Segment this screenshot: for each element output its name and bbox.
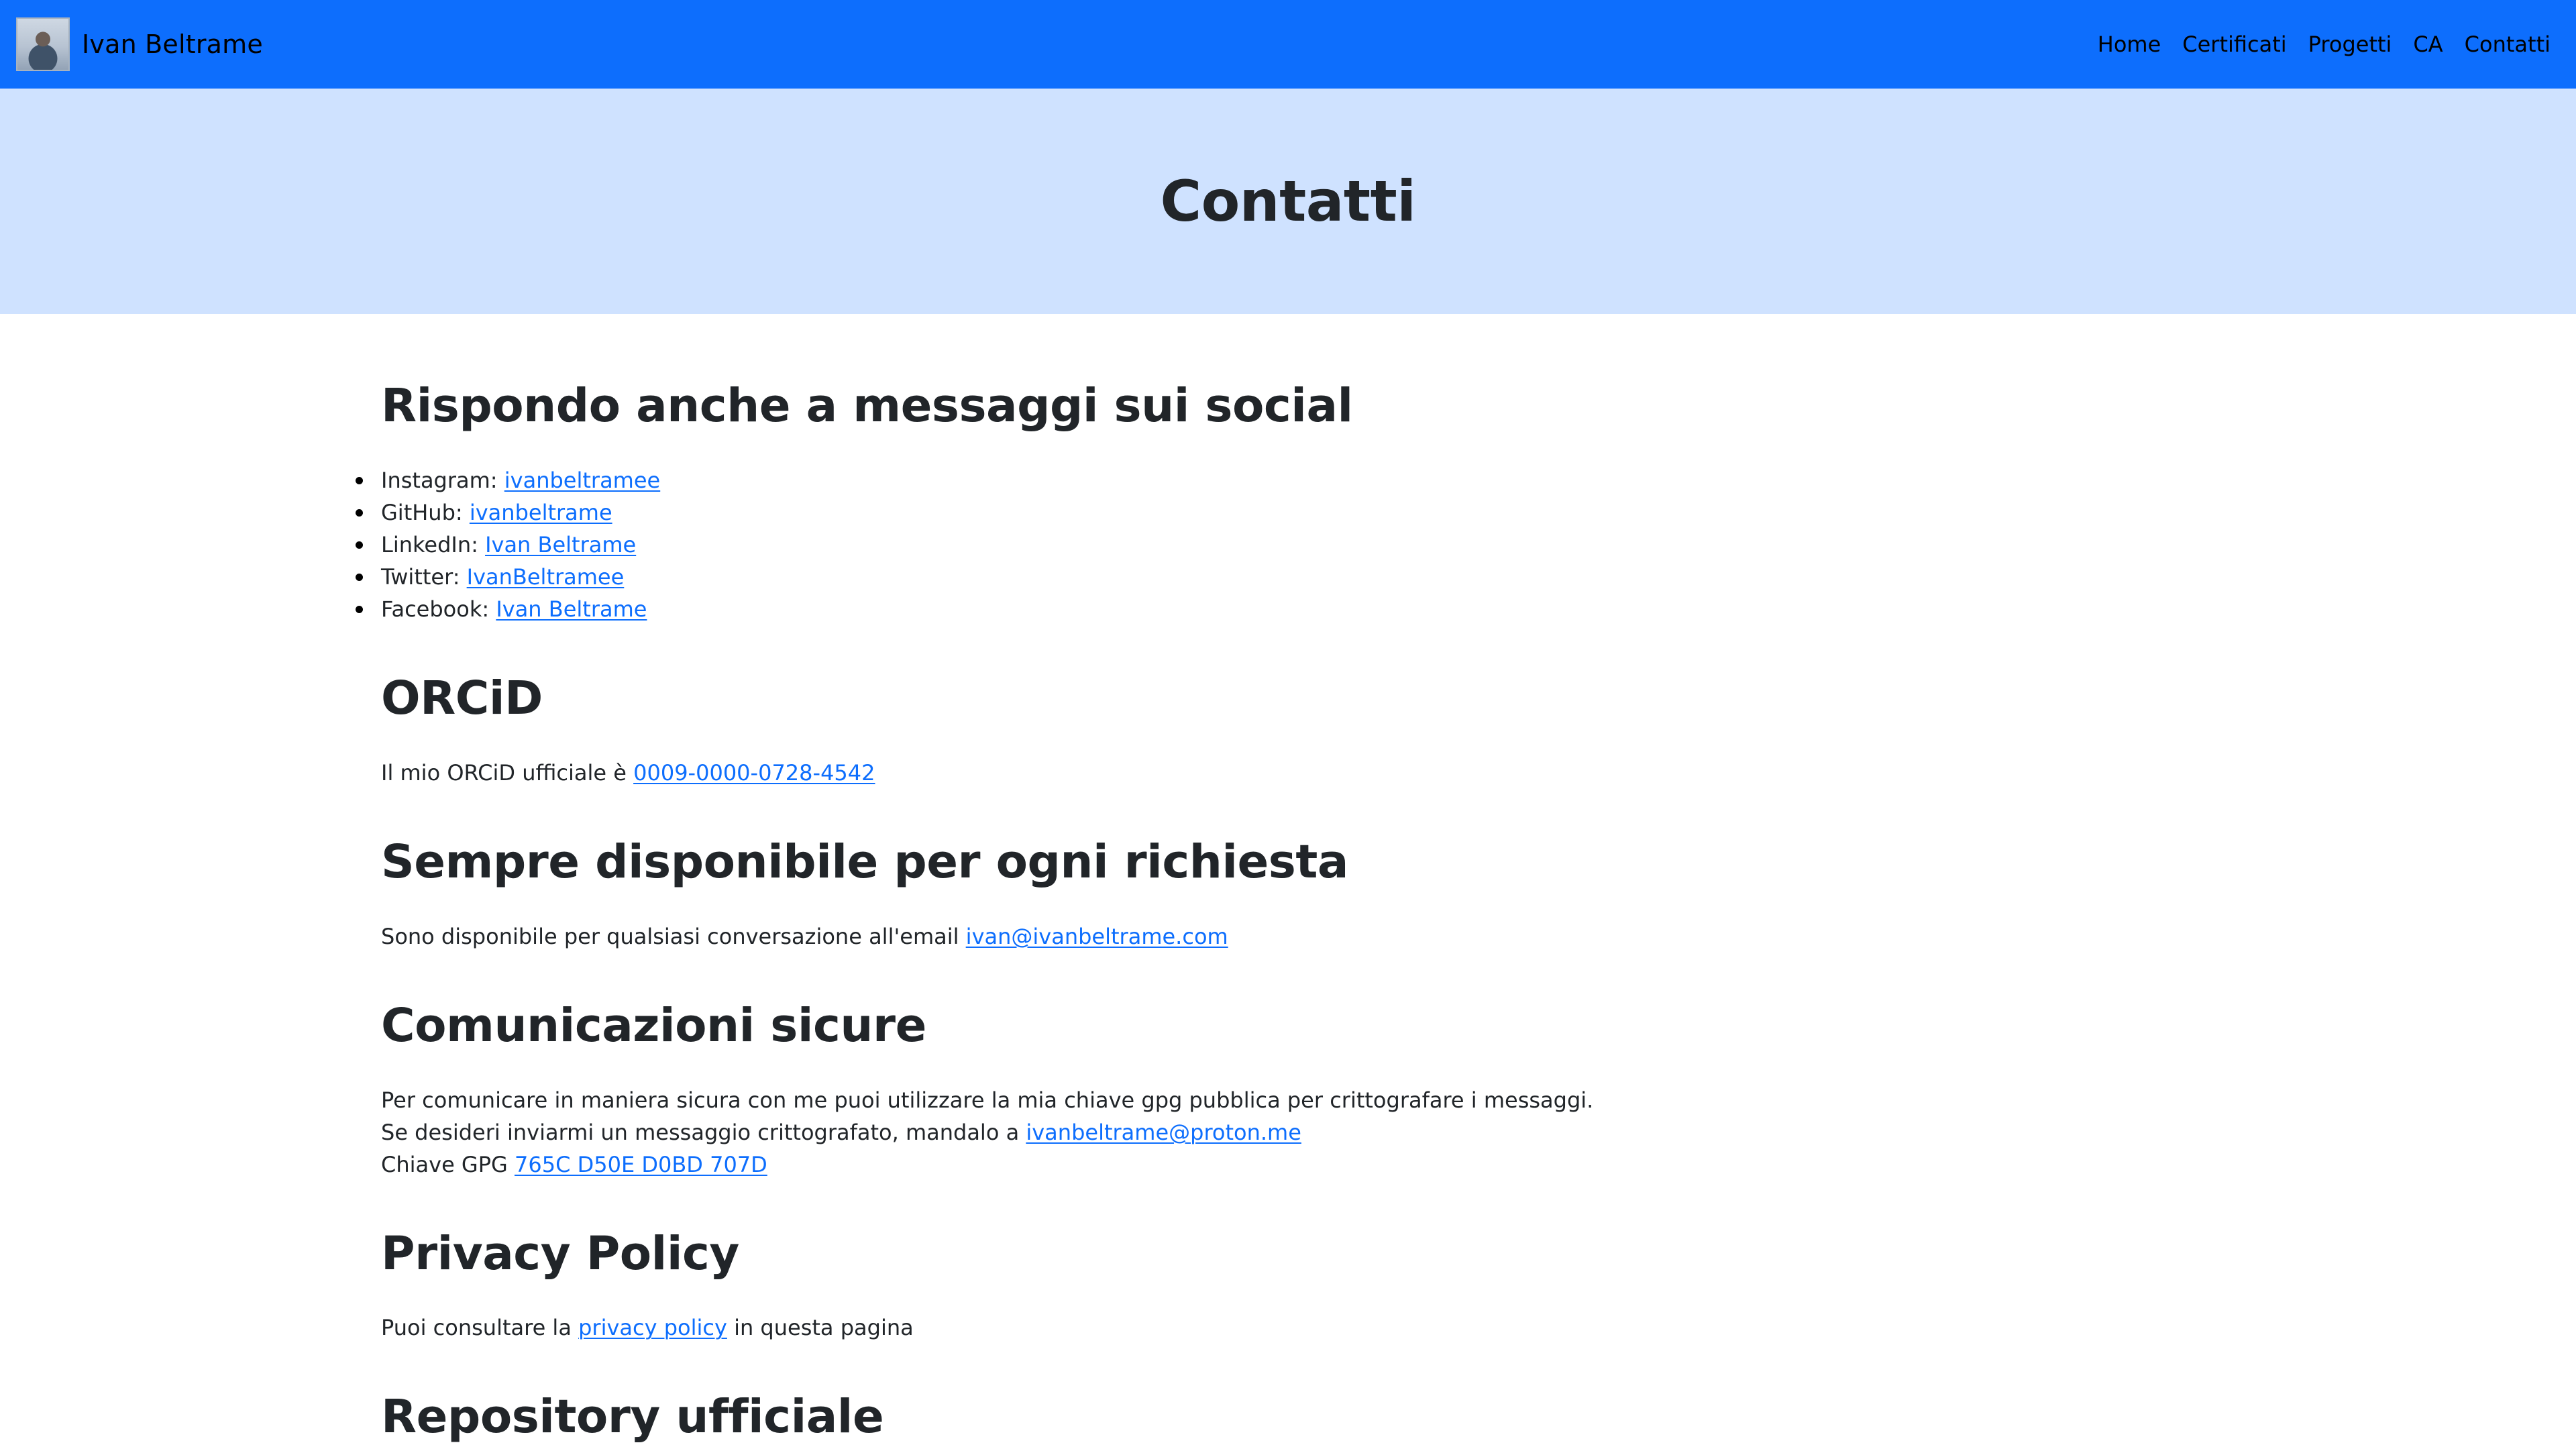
top-navbar: Ivan Beltrame Home Certificati Progetti …	[0, 0, 2576, 89]
brand-link[interactable]: Ivan Beltrame	[16, 17, 263, 71]
secure-line-2: Se desideri inviarmi un messaggio critto…	[381, 1116, 1744, 1148]
privacy-section: Privacy Policy Puoi consultare la privac…	[381, 1226, 1744, 1344]
availability-title: Sempre disponibile per ogni richiesta	[381, 835, 1348, 889]
privacy-text-before: Puoi consultare la	[381, 1315, 572, 1341]
availability-section: Sempre disponibile per ogni richiesta So…	[381, 837, 1744, 953]
orcid-label: Il mio ORCiD ufficiale è	[381, 759, 627, 786]
secure-line-3: Chiave GPG 765C D50E D0BD 707D	[381, 1148, 1744, 1181]
page-title: Contatti	[1160, 168, 1416, 234]
availability-text: Sono disponibile per qualsiasi conversaz…	[381, 920, 1744, 953]
social-label: Instagram:	[381, 467, 498, 493]
orcid-text: Il mio ORCiD ufficiale è 0009-0000-0728-…	[381, 757, 1744, 789]
nav-link-contatti[interactable]: Contatti	[2465, 32, 2551, 57]
orcid-link[interactable]: 0009-0000-0728-4542	[633, 760, 875, 786]
facebook-link[interactable]: Ivan Beltrame	[496, 596, 647, 622]
github-link[interactable]: ivanbeltrame	[470, 500, 612, 525]
nav-links: Home Certificati Progetti CA Contatti	[2098, 32, 2551, 57]
nav-link-progetti[interactable]: Progetti	[2308, 32, 2392, 57]
availability-label: Sono disponibile per qualsiasi conversaz…	[381, 923, 959, 949]
social-list: Instagram: ivanbeltramee GitHub: ivanbel…	[356, 464, 1744, 625]
brand-name: Ivan Beltrame	[82, 30, 263, 59]
social-item-instagram: Instagram: ivanbeltramee	[356, 464, 1744, 496]
social-item-twitter: Twitter: IvanBeltramee	[356, 561, 1744, 593]
social-label: Twitter:	[381, 564, 460, 590]
gpg-key-link[interactable]: 765C D50E D0BD 707D	[515, 1152, 767, 1177]
privacy-title: Privacy Policy	[381, 1226, 739, 1281]
instagram-link[interactable]: ivanbeltramee	[504, 468, 660, 493]
gpg-label: Chiave GPG	[381, 1151, 508, 1177]
social-title: Rispondo anche a messaggi sui social	[381, 379, 1353, 433]
secure-section: Comunicazioni sicure Per comunicare in m…	[381, 998, 1744, 1181]
social-label: Facebook:	[381, 596, 490, 622]
secure-line-2-text: Se desideri inviarmi un messaggio critto…	[381, 1119, 1020, 1145]
nav-link-certificati[interactable]: Certificati	[2182, 32, 2286, 57]
proton-email-link[interactable]: ivanbeltrame@proton.me	[1026, 1120, 1301, 1145]
nav-link-ca[interactable]: CA	[2413, 32, 2443, 57]
linkedin-link[interactable]: Ivan Beltrame	[485, 532, 636, 557]
secure-title: Comunicazioni sicure	[381, 998, 926, 1053]
hero-banner: Contatti	[0, 89, 2576, 314]
privacy-text-after: in questa pagina	[734, 1315, 914, 1341]
repository-section: Repository ufficiale	[381, 1392, 1744, 1443]
twitter-link[interactable]: IvanBeltramee	[467, 564, 625, 590]
social-section: Rispondo anche a messaggi sui social Ins…	[356, 379, 1744, 625]
main-content: Rispondo anche a messaggi sui social Ins…	[0, 314, 1744, 1443]
repository-title: Repository ufficiale	[381, 1390, 884, 1444]
social-label: GitHub:	[381, 499, 463, 525]
secure-line-1: Per comunicare in maniera sicura con me …	[381, 1087, 1594, 1113]
social-item-github: GitHub: ivanbeltrame	[356, 496, 1744, 529]
orcid-section: ORCiD Il mio ORCiD ufficiale è 0009-0000…	[381, 671, 1744, 789]
nav-link-home[interactable]: Home	[2098, 32, 2161, 57]
avatar	[16, 17, 70, 71]
email-link[interactable]: ivan@ivanbeltrame.com	[966, 924, 1228, 949]
social-label: LinkedIn:	[381, 531, 478, 557]
orcid-title: ORCiD	[381, 671, 543, 725]
privacy-policy-link[interactable]: privacy policy	[578, 1315, 727, 1340]
privacy-text: Puoi consultare la privacy policy in que…	[381, 1311, 1744, 1344]
social-item-facebook: Facebook: Ivan Beltrame	[356, 593, 1744, 625]
social-item-linkedin: LinkedIn: Ivan Beltrame	[356, 529, 1744, 561]
